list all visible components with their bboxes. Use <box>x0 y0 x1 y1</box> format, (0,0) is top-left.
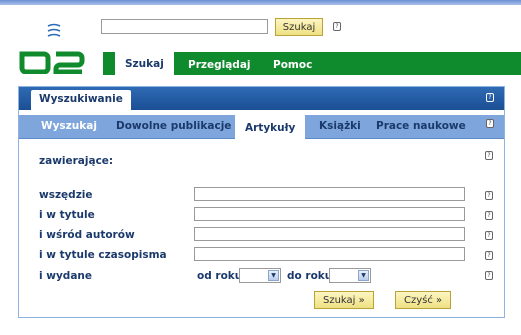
tab-wyszukaj[interactable]: Wyszukaj <box>41 120 97 132</box>
panel-title: Wyszukiwanie <box>31 90 131 110</box>
o2-logo[interactable] <box>18 20 88 74</box>
chevron-down-icon: ▼ <box>268 270 279 281</box>
tab-przegladaj[interactable]: Przeglądaj <box>188 52 251 75</box>
tab-pomoc[interactable]: Pomoc <box>273 52 312 75</box>
help-icon[interactable]: ? <box>333 22 341 31</box>
title-input[interactable] <box>194 207 465 221</box>
wszedzie-input[interactable] <box>194 187 465 201</box>
tab-dowolne-publikacje[interactable]: Dowolne publikacje <box>116 120 231 132</box>
help-icon[interactable]: ? <box>485 271 493 280</box>
to-year-label: do roku <box>287 270 333 282</box>
help-icon[interactable]: ? <box>485 231 493 240</box>
main-nav: Szukaj Przeglądaj Pomoc <box>103 49 521 75</box>
tab-szukaj[interactable]: Szukaj <box>115 49 174 75</box>
from-year-label: od roku <box>197 270 243 282</box>
help-icon[interactable]: ? <box>486 93 494 102</box>
search-button[interactable]: Szukaj <box>275 18 323 36</box>
help-icon[interactable]: ? <box>485 211 493 220</box>
to-year-select[interactable]: ▼ <box>329 268 371 283</box>
sub-nav: Wyszukaj Dowolne publikacje Artykuły Ksi… <box>19 113 504 140</box>
help-icon[interactable]: ? <box>485 151 493 160</box>
tab-artykuly[interactable]: Artykuły <box>235 113 306 140</box>
journal-title-input[interactable] <box>194 247 465 261</box>
label-czasopismo: i w tytule czasopisma <box>39 249 167 261</box>
help-icon[interactable]: ? <box>486 119 494 128</box>
search-submit-button[interactable]: Szukaj » <box>314 291 374 309</box>
search-input[interactable] <box>101 19 268 34</box>
authors-input[interactable] <box>194 227 465 241</box>
panel-header: Wyszukiwanie ? <box>19 87 504 110</box>
subtitle: zawierające: <box>39 155 114 167</box>
help-icon[interactable]: ? <box>485 191 493 200</box>
tab-prace-naukowe[interactable]: Prace naukowe <box>376 120 466 132</box>
label-tytul: i w tytule <box>39 209 95 221</box>
label-wszedzie: wszędzie <box>39 189 93 201</box>
label-wydane: i wydane <box>39 270 92 282</box>
tab-ksiazki[interactable]: Książki <box>319 120 361 132</box>
search-panel: Wyszukiwanie ? Wyszukaj Dowolne publikac… <box>18 86 505 318</box>
help-icon[interactable]: ? <box>485 251 493 260</box>
chevron-down-icon: ▼ <box>358 270 369 281</box>
top-stripe <box>0 0 521 5</box>
from-year-select[interactable]: ▼ <box>239 268 281 283</box>
label-autorzy: i wśród autorów <box>39 229 135 241</box>
clear-button[interactable]: Czyść » <box>395 291 452 309</box>
